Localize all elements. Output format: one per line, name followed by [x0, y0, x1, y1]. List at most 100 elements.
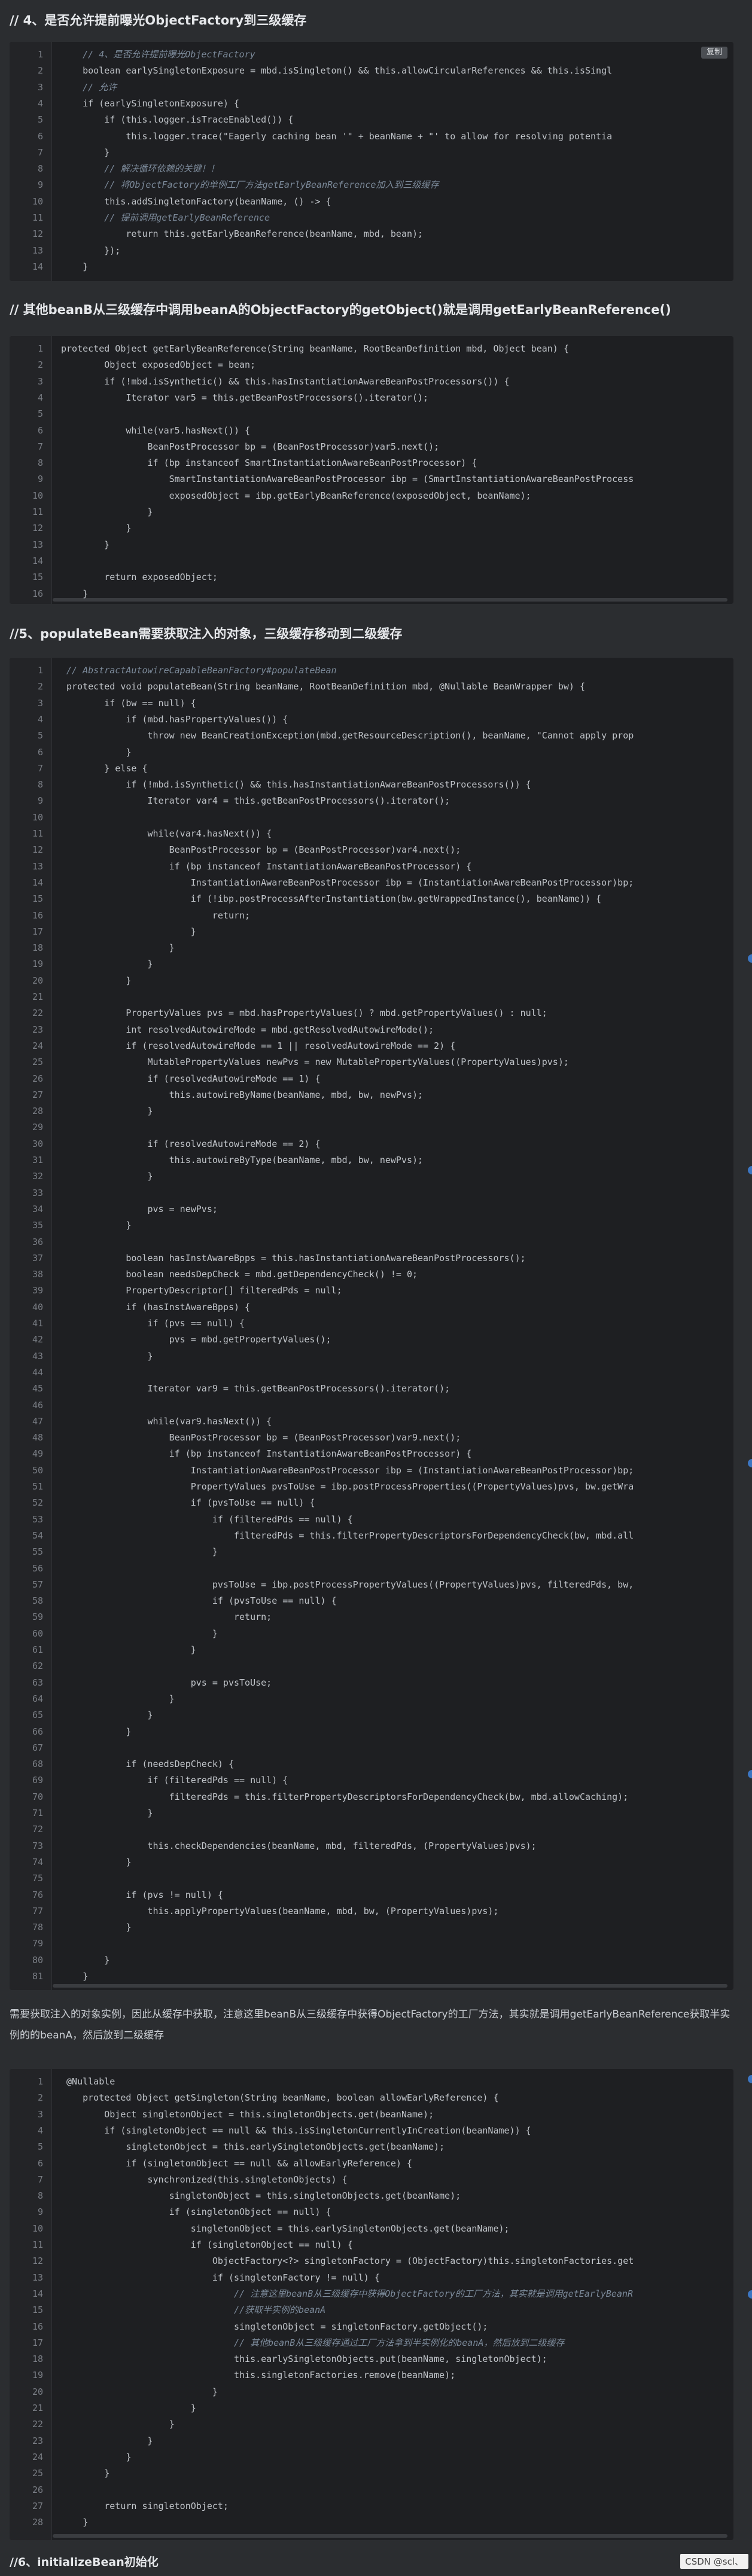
line-number: 30 — [32, 1138, 43, 1149]
line-number: 14 — [32, 555, 43, 566]
line-number: 78 — [32, 1922, 43, 1933]
code-line: } — [61, 1922, 132, 1933]
line-number: 12 — [32, 2255, 43, 2267]
code-line: return; — [61, 1611, 272, 1623]
code-line: while(var5.hasNext()) { — [61, 425, 251, 436]
code-line: } else { — [61, 762, 148, 774]
line-number: 52 — [32, 1497, 43, 1509]
code-line: pvs = pvsToUse; — [61, 1677, 272, 1688]
line-number: 12 — [32, 228, 43, 240]
line-number: 12 — [32, 844, 43, 856]
code-line: } — [61, 942, 175, 954]
line-number: 3 — [37, 697, 43, 709]
line-number: 18 — [32, 942, 43, 954]
line-number: 68 — [32, 1759, 43, 1770]
code-line: SmartInstantiationAwareBeanPostProcessor… — [61, 474, 634, 485]
code-line: } — [61, 2468, 110, 2479]
line-number: 5 — [37, 2141, 43, 2153]
code-line: if (this.logger.isTraceEnabled()) { — [61, 114, 294, 126]
line-number: 20 — [32, 2386, 43, 2397]
line-number: 27 — [32, 1089, 43, 1100]
code-line: PropertyValues pvs = mbd.hasPropertyValu… — [61, 1008, 547, 1019]
line-number: 3 — [37, 81, 43, 93]
line-number: 22 — [32, 1008, 43, 1019]
code-line: throw new BeanCreationException(mbd.getR… — [61, 730, 634, 741]
code-line: if (mbd.hasPropertyValues()) { — [61, 713, 288, 725]
section-heading-get-early-bean-reference: // 其他beanB从三级缓存中调用beanA的ObjectFactory的ge… — [10, 303, 671, 317]
code-line: protected void populateBean(String beanN… — [61, 681, 585, 692]
code-line: if (pvs == null) { — [61, 1318, 245, 1329]
line-number: 2 — [37, 65, 43, 77]
line-number: 11 — [32, 828, 43, 839]
line-number: 32 — [32, 1171, 43, 1182]
code-line: return singletonObject; — [61, 2500, 229, 2511]
line-number: 17 — [32, 2337, 43, 2348]
code-line: BeanPostProcessor bp = (BeanPostProcesso… — [61, 1432, 461, 1443]
code-line: if (singletonObject == null) { — [61, 2206, 331, 2218]
line-number: 8 — [37, 457, 43, 469]
line-number: 2 — [37, 359, 43, 371]
code-line: } — [61, 1856, 132, 1867]
line-number: 14 — [32, 261, 43, 272]
line-number: 28 — [32, 1106, 43, 1117]
code-line: singletonObject = this.singletonObjects.… — [61, 2190, 461, 2202]
code-line: } — [61, 1954, 110, 1965]
explanation-paragraph: 需要获取注入的对象实例，因此从缓存中获取，注意这里beanB从三级缓存中获得Ob… — [10, 2009, 730, 2041]
code-comment-line: // 解决循环依赖的关键！！ — [61, 163, 220, 175]
code-line: } — [61, 506, 153, 517]
line-number: 27 — [32, 2500, 43, 2511]
code-line: } — [61, 2517, 89, 2528]
line-number: 7 — [37, 2174, 43, 2185]
line-number: 2 — [37, 681, 43, 692]
code-line: } — [61, 1644, 196, 1655]
code-line: this.checkDependencies(beanName, mbd, fi… — [61, 1840, 537, 1851]
code-line: @Nullable — [61, 2076, 115, 2087]
line-number: 60 — [32, 1628, 43, 1639]
line-number: 50 — [32, 1464, 43, 1476]
line-number: 76 — [32, 1889, 43, 1900]
line-number: 81 — [32, 1971, 43, 1982]
line-number: 5 — [37, 114, 43, 126]
code-line: } — [61, 2386, 218, 2397]
side-marker-icon — [748, 1770, 752, 1778]
line-number: 9 — [37, 474, 43, 485]
line-number: 6 — [37, 130, 43, 142]
code-line: filteredPds = this.filterPropertyDescrip… — [61, 1791, 629, 1802]
code-line: if (bp instanceof InstantiationAwareBean… — [61, 1448, 472, 1460]
code-line: Iterator var5 = this.getBeanPostProcesso… — [61, 392, 429, 403]
code-line: singletonObject = this.earlySingletonObj… — [61, 2223, 510, 2234]
code-block-get-singleton: 1 @Nullable 2 protected Object getSinglet… — [10, 2069, 733, 2540]
line-number: 13 — [32, 2272, 43, 2283]
horizontal-scrollbar[interactable] — [53, 2534, 727, 2538]
line-number: 46 — [32, 1399, 43, 1411]
code-line: } — [61, 746, 132, 758]
code-line: } — [61, 975, 132, 986]
code-line: InstantiationAwareBeanPostProcessor ibp … — [61, 877, 634, 888]
code-line: if (bw == null) { — [61, 697, 196, 709]
line-number: 58 — [32, 1595, 43, 1607]
line-number: 71 — [32, 1808, 43, 1818]
code-line: } — [61, 1628, 218, 1639]
horizontal-scrollbar[interactable] — [53, 1984, 727, 1988]
line-number: 18 — [32, 2354, 43, 2365]
code-line: } — [61, 2403, 196, 2413]
line-number: 72 — [32, 1824, 43, 1835]
side-marker-icon — [748, 2075, 752, 2083]
line-number: 23 — [32, 2435, 43, 2446]
side-marker-icon — [748, 954, 752, 963]
line-number: 16 — [32, 909, 43, 921]
line-number: 36 — [32, 1236, 43, 1247]
code-line: } — [61, 523, 132, 534]
line-number: 13 — [32, 539, 43, 550]
code-line: Object singletonObject = this.singletonO… — [61, 2108, 434, 2120]
line-number: 53 — [32, 1513, 43, 1525]
line-number: 43 — [32, 1350, 43, 1362]
line-number: 44 — [32, 1366, 43, 1378]
line-number: 11 — [32, 212, 43, 223]
code-line: if (needsDepCheck) { — [61, 1759, 234, 1770]
code-line: pvs = newPvs; — [61, 1203, 218, 1214]
line-number: 47 — [32, 1415, 43, 1427]
code-comment-line: // 4、是否允许提前曝光ObjectFactory — [61, 49, 255, 60]
code-line: this.singletonFactories.remove(beanName)… — [61, 2370, 456, 2381]
line-number: 16 — [32, 2321, 43, 2332]
